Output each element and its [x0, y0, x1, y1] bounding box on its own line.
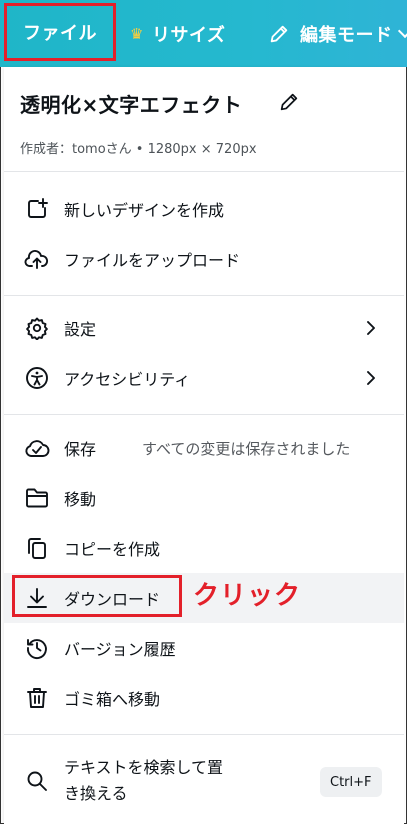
file-menu-button[interactable]: ファイル: [4, 3, 116, 61]
click-annotation: クリック: [193, 581, 302, 611]
new-design-icon: [24, 196, 50, 222]
divider: [4, 171, 404, 172]
menu-item-make-copy[interactable]: コピーを作成: [4, 523, 404, 573]
top-toolbar: ファイル ♛ リサイズ 編集モード: [0, 0, 407, 67]
cloud-check-icon: [24, 435, 50, 461]
download-highlight-box: [12, 575, 182, 617]
chevron-down-icon[interactable]: [397, 23, 407, 39]
rename-pencil-icon[interactable]: [278, 91, 300, 113]
menu-item-version-history[interactable]: バージョン履歴: [4, 623, 404, 673]
find-replace-line1: テキストを検索して置: [64, 758, 224, 777]
menu-item-label: 移動: [64, 490, 97, 509]
file-menu-label: ファイル: [23, 23, 97, 44]
crown-icon: ♛: [130, 24, 144, 43]
menu-item-label: バージョン履歴: [64, 640, 176, 659]
menu-item-label: 新しいデザインを作成: [64, 201, 225, 220]
menu-item-move[interactable]: 移動: [4, 473, 404, 523]
menu-item-save[interactable]: 保存 すべての変更は保存されました: [4, 423, 404, 473]
divider: [4, 295, 404, 296]
menu-item-label: 保存: [64, 440, 97, 459]
chevron-right-icon: [367, 371, 375, 385]
menu-item-label: ファイルをアップロード: [64, 251, 241, 270]
chevron-right-icon: [367, 321, 375, 335]
find-replace-line2: き換える: [64, 784, 128, 803]
resize-label: リサイズ: [151, 24, 226, 46]
resize-button[interactable]: ♛ リサイズ: [130, 0, 225, 67]
edit-mode-button[interactable]: 編集モード: [268, 0, 393, 67]
history-icon: [24, 635, 50, 661]
file-menu-panel: 透明化×文字エフェクト 作成者：tomoさん • 1280px × 720px …: [4, 67, 404, 824]
copy-icon: [24, 535, 50, 561]
menu-item-label: コピーを作成: [64, 540, 161, 559]
menu-item-label: ゴミ箱へ移動: [64, 690, 161, 709]
menu-item-label: 設定: [64, 320, 97, 339]
gear-icon: [24, 315, 50, 341]
trash-icon: [24, 685, 50, 711]
divider: [4, 734, 404, 735]
document-title: 透明化×文字エフェクト: [20, 93, 243, 117]
menu-item-new-design[interactable]: 新しいデザインを作成: [4, 184, 404, 234]
menu-item-accessibility[interactable]: アクセシビリティ: [4, 353, 404, 403]
find-replace-label: テキストを検索して置 き換える: [64, 755, 223, 807]
cloud-upload-icon: [24, 246, 50, 272]
menu-item-label: アクセシビリティ: [64, 370, 191, 389]
search-icon: [24, 768, 50, 794]
accessibility-icon: [24, 365, 50, 391]
document-meta: 作成者：tomoさん • 1280px × 720px: [20, 142, 257, 157]
shortcut-badge: Ctrl+F: [320, 767, 382, 797]
edit-mode-label: 編集モード: [300, 24, 393, 46]
pencil-icon: [270, 25, 288, 42]
menu-item-settings[interactable]: 設定: [4, 303, 404, 353]
divider: [4, 414, 404, 415]
folder-icon: [24, 485, 50, 511]
save-status-text: すべての変更は保存されました: [142, 439, 351, 458]
menu-item-trash[interactable]: ゴミ箱へ移動: [4, 673, 404, 723]
menu-item-upload[interactable]: ファイルをアップロード: [4, 234, 404, 284]
